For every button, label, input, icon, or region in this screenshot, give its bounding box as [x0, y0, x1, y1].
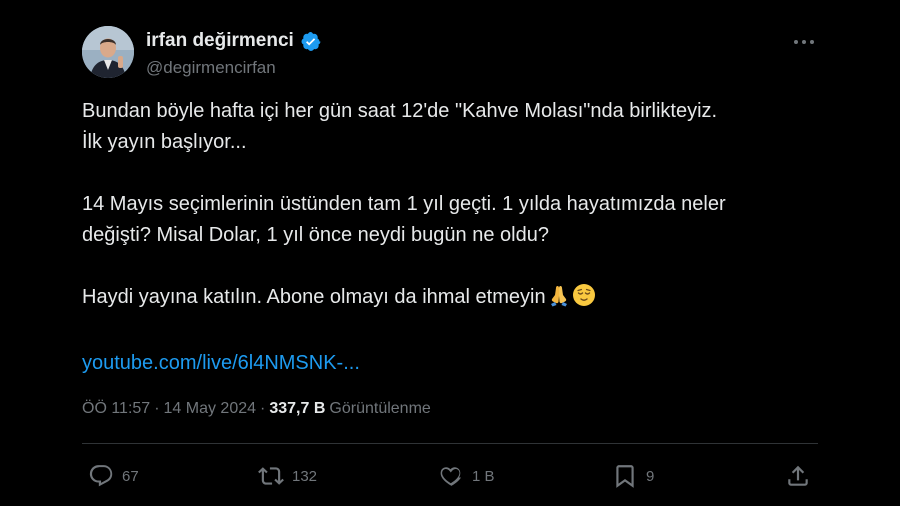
tweet-link-row: youtube.com/live/6l4NMSNK-...	[82, 348, 818, 379]
divider	[82, 443, 818, 444]
views-label: Görüntülenme	[329, 400, 431, 417]
bookmark-count: 9	[646, 467, 655, 485]
views-count[interactable]: 337,7 B	[269, 400, 325, 418]
tweet-date[interactable]: 14 May 2024	[164, 400, 257, 418]
tweet-paragraph: Bundan böyle hafta içi her gün saat 12'd…	[82, 100, 718, 153]
like-count: 1 B	[472, 467, 495, 485]
share-icon	[785, 463, 811, 489]
more-options-icon[interactable]	[790, 32, 818, 52]
tweet-meta: ÖÖ 11:57 · 14 May 2024 · 337,7 B Görüntü…	[82, 400, 431, 418]
retweet-icon	[258, 463, 284, 489]
relieved-face-emoji	[572, 283, 596, 317]
reply-count: 67	[122, 467, 139, 485]
tweet-paragraph: Haydi yayına katılın. Abone olmayı da ih…	[82, 282, 818, 317]
bookmark-button[interactable]: 9	[612, 462, 654, 490]
tweet-header: irfan değirmenci @degirmencirfan	[82, 26, 818, 78]
tweet-actions: 67 132 1 B 9	[82, 462, 818, 490]
author-name-row: irfan değirmenci	[146, 30, 321, 52]
meta-separator: ·	[260, 400, 266, 417]
bookmark-icon	[612, 463, 638, 489]
heart-icon	[438, 463, 464, 489]
like-button[interactable]: 1 B	[438, 462, 495, 490]
author-handle[interactable]: @degirmencirfan	[146, 58, 276, 78]
retweet-count: 132	[292, 467, 318, 485]
tweet-paragraph-text: Haydi yayına katılın. Abone olmayı da ih…	[82, 286, 546, 308]
folded-hands-emoji	[547, 283, 571, 317]
tweet-link[interactable]: youtube.com/live/6l4NMSNK-...	[82, 352, 360, 374]
reply-button[interactable]: 67	[88, 462, 139, 490]
avatar[interactable]	[82, 26, 134, 78]
tweet: irfan değirmenci @degirmencirfan Bundan …	[82, 24, 818, 506]
reply-icon	[88, 463, 114, 489]
share-button[interactable]	[785, 462, 811, 490]
meta-separator: ·	[154, 400, 160, 417]
tweet-text: Bundan böyle hafta içi her gün saat 12'd…	[82, 96, 818, 379]
verified-badge-icon[interactable]	[300, 31, 321, 52]
author-display-name[interactable]: irfan değirmenci	[146, 30, 294, 52]
tweet-paragraph: 14 Mayıs seçimlerinin üstünden tam 1 yıl…	[82, 193, 726, 246]
retweet-button[interactable]: 132	[258, 462, 317, 490]
tweet-time[interactable]: ÖÖ 11:57	[82, 400, 150, 418]
